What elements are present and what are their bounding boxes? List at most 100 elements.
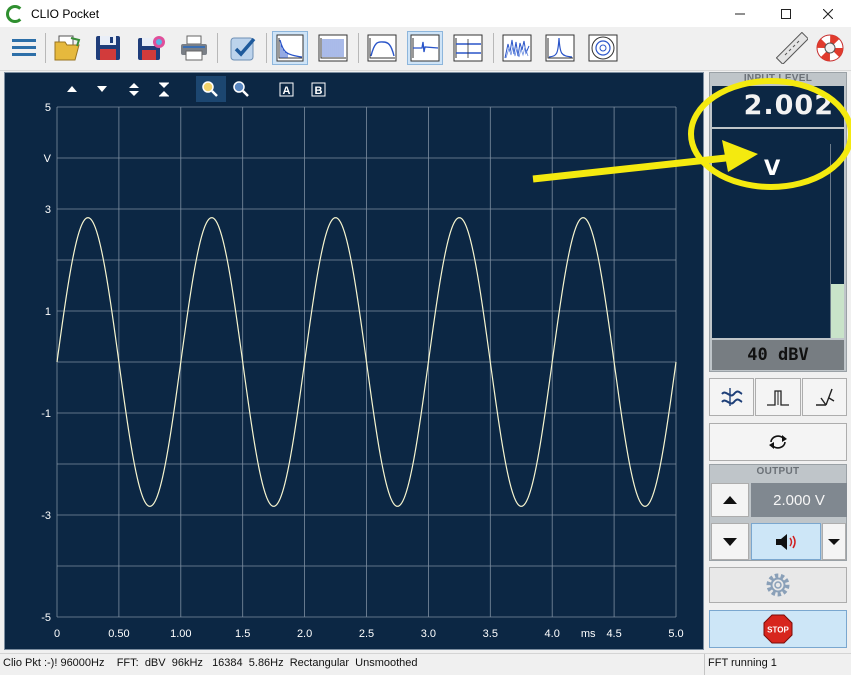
toolbar-separator	[266, 33, 267, 63]
save-all-button[interactable]	[133, 31, 169, 65]
y-tick-label: -1	[41, 408, 51, 420]
cursor-a-button[interactable]: A	[279, 82, 294, 97]
arrow-down-button[interactable]	[97, 86, 107, 92]
axis-labels: 5 3 1 -1 -3 -5 V 0 0.50 1.00 1.5 2.0 2.5 3.0 3.5 4.0 4.5…	[41, 102, 683, 640]
input-level-meter-fill	[831, 283, 844, 338]
save-button[interactable]	[90, 31, 126, 65]
status-text: Clio Pkt :-)! 96000Hz FFT: dBV 96kHz 163…	[3, 657, 418, 669]
input-level-value: 2.002	[743, 90, 834, 121]
speaker-icon	[776, 533, 796, 550]
cursor-a-label: A	[283, 85, 291, 97]
output-down-button[interactable]	[711, 523, 749, 560]
arrow-down-icon	[97, 86, 107, 92]
input-level-caption: INPUT LEVEL	[743, 73, 813, 84]
settings-button[interactable]	[709, 567, 847, 603]
maximize-button[interactable]	[763, 0, 809, 27]
output-panel: OUTPUT 2.000 V	[709, 464, 847, 561]
toolbar-separator	[493, 33, 494, 63]
pulse-button[interactable]	[755, 378, 801, 416]
open-folder-icon	[54, 35, 81, 61]
clio-logo-icon	[6, 4, 24, 23]
polar-button[interactable]	[585, 31, 621, 65]
lifebuoy-icon	[816, 34, 844, 62]
pulse-icon	[767, 390, 789, 406]
print-button[interactable]	[176, 31, 212, 65]
oscilloscope-button[interactable]	[407, 31, 443, 65]
output-speaker-button[interactable]	[751, 523, 821, 560]
probe-icon	[815, 388, 834, 406]
hamburger-menu-icon	[12, 39, 36, 56]
loop-icon	[769, 435, 787, 449]
y-tick-label: 5	[45, 102, 51, 114]
compress-vertical-button[interactable]	[159, 82, 169, 97]
minimize-button[interactable]	[717, 0, 763, 27]
minimize-icon	[735, 13, 745, 14]
x-tick-label: 0.50	[108, 628, 129, 640]
plot-toolbar: A B	[67, 76, 326, 102]
y-tick-label: -5	[41, 612, 51, 624]
stop-button[interactable]: STOP	[709, 610, 847, 648]
cursor-b-label: B	[315, 85, 323, 97]
y-tick-label: 3	[45, 204, 51, 216]
ruler-button[interactable]	[774, 31, 810, 65]
ac-coupling-button[interactable]	[709, 378, 754, 416]
sweep-button[interactable]	[315, 31, 351, 65]
output-dropdown-button[interactable]	[822, 523, 846, 560]
y-tick-label: -3	[41, 510, 51, 522]
save-all-icon	[138, 36, 165, 60]
zoom-out-button[interactable]	[233, 81, 249, 97]
maximize-icon	[781, 8, 791, 19]
fft-icon	[276, 34, 304, 62]
x-tick-label: 4.5	[606, 628, 621, 640]
x-axis-unit: ms	[581, 628, 596, 640]
clio-pocket-window: CLIO Pocket A B 5 3 1 -1 -3 -5 V 0 0.50 …	[0, 0, 851, 675]
waterfall-button[interactable]	[499, 31, 535, 65]
probe-button[interactable]	[802, 378, 847, 416]
x-tick-label: 5.0	[668, 628, 683, 640]
polar-icon	[588, 34, 618, 62]
save-disk-icon	[96, 36, 120, 60]
title-bar: CLIO Pocket	[0, 0, 851, 27]
dropdown-arrow-icon	[828, 538, 840, 545]
impulse-icon	[545, 34, 575, 62]
zoom-out-icon	[233, 81, 249, 97]
close-icon	[823, 8, 833, 19]
oscilloscope-plot[interactable]: A B 5 3 1 -1 -3 -5 V 0 0.50 1.00 1.5 2.0 2.5 3.0 3.5 4.…	[4, 72, 704, 650]
x-tick-label: 0	[54, 628, 60, 640]
cursor-b-button[interactable]: B	[311, 82, 326, 97]
stop-label: STOP	[767, 626, 789, 635]
fft-button[interactable]	[272, 31, 308, 65]
status-bar: Clio Pkt :-)! 96000Hz FFT: dBV 96kHz 163…	[0, 653, 851, 675]
x-tick-label: 3.5	[483, 628, 498, 640]
toolbar-separator	[358, 33, 359, 63]
open-button[interactable]	[49, 31, 85, 65]
input-range-button[interactable]: 40 dBV	[712, 340, 844, 370]
arrow-up-button[interactable]	[67, 86, 77, 92]
expand-vertical-button[interactable]	[129, 83, 139, 96]
close-button[interactable]	[805, 0, 851, 27]
menu-button[interactable]	[6, 31, 42, 65]
triangle-down-icon	[723, 537, 737, 546]
frequency-response-icon	[367, 34, 397, 62]
waterfall-icon	[502, 34, 532, 62]
triangle-up-icon	[723, 496, 737, 504]
y-tick-label: 1	[45, 306, 51, 318]
meter-button[interactable]	[450, 31, 486, 65]
output-up-button[interactable]	[711, 483, 749, 517]
checkmark-icon	[230, 37, 256, 61]
input-level-display: 2.002 V	[712, 86, 844, 338]
toolbar-separator	[45, 33, 46, 63]
output-level-value[interactable]: 2.000 V	[751, 483, 847, 517]
help-button[interactable]	[812, 31, 848, 65]
x-tick-label: 1.5	[235, 628, 250, 640]
loop-button[interactable]	[709, 423, 847, 461]
ac-coupling-icon	[720, 388, 743, 406]
frequency-response-button[interactable]	[364, 31, 400, 65]
y-axis-unit: V	[44, 153, 52, 165]
check-button[interactable]	[225, 31, 261, 65]
impulse-button[interactable]	[542, 31, 578, 65]
main-toolbar	[0, 27, 851, 71]
x-tick-label: 2.5	[359, 628, 374, 640]
zoom-in-button[interactable]	[196, 76, 226, 102]
window-title: CLIO Pocket	[31, 6, 100, 21]
